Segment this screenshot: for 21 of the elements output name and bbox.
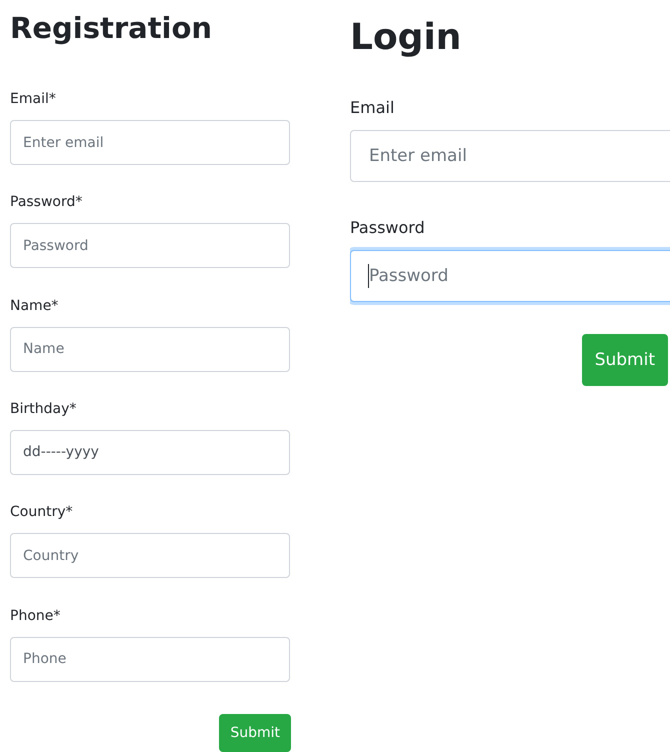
input-field[interactable]: Country	[10, 533, 290, 578]
field-label: Email	[350, 98, 394, 118]
text-cursor	[368, 264, 369, 288]
input-field[interactable]: Phone	[10, 636, 290, 682]
submit-button[interactable]: Submit	[582, 334, 668, 386]
field-label: Phone*	[10, 606, 60, 625]
field-label: Email*	[10, 90, 56, 108]
form-title: Registration	[10, 10, 214, 47]
field-label: Password*	[10, 193, 82, 212]
field-label: Password	[350, 218, 425, 238]
submit-button[interactable]: Submit	[219, 714, 291, 752]
input-field[interactable]: dd-----yyyy	[10, 430, 290, 475]
field-label: Country*	[10, 503, 73, 522]
input-field[interactable]: Name	[10, 326, 290, 372]
input-field[interactable]: Password	[350, 250, 670, 302]
form-title: Login	[350, 16, 462, 60]
field-label: Birthday*	[10, 400, 76, 418]
input-field[interactable]: Enter email	[350, 130, 670, 182]
input-field[interactable]: Enter email	[10, 120, 290, 165]
field-label: Name*	[10, 296, 58, 315]
input-field[interactable]: Password	[10, 223, 290, 268]
